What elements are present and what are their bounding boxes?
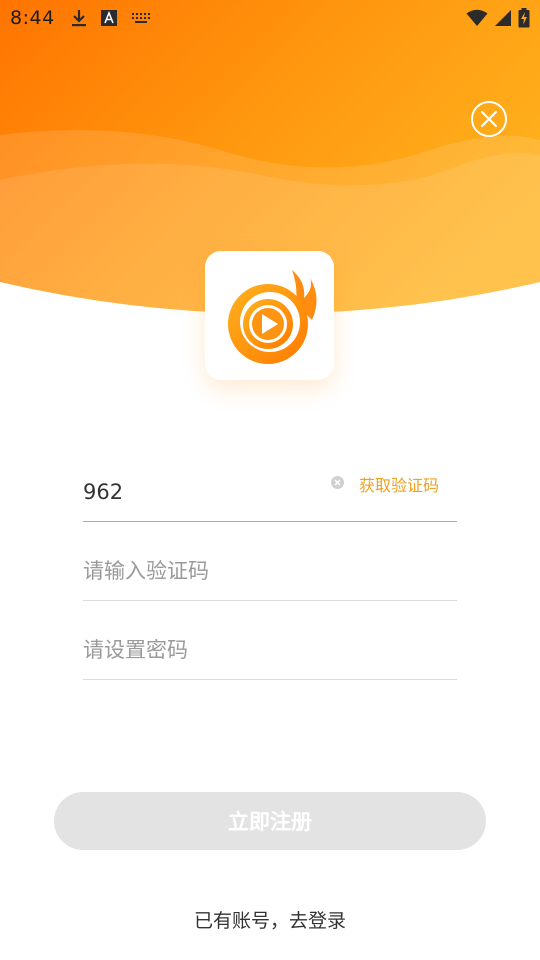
signal-icon xyxy=(495,10,511,26)
keyboard-icon xyxy=(131,13,150,23)
login-link[interactable]: 已有账号，去登录 xyxy=(0,906,540,933)
password-input[interactable] xyxy=(83,629,457,670)
download-icon xyxy=(71,10,86,27)
status-time: 8:44 xyxy=(10,7,55,29)
verification-code-input[interactable] xyxy=(83,550,457,591)
play-flame-logo-icon xyxy=(227,269,317,364)
close-circle-icon xyxy=(480,110,498,128)
battery-charging-icon xyxy=(518,8,530,28)
close-button[interactable] xyxy=(471,101,507,137)
register-screen: 8:44 962 获取验证码 请输入验证码 立即注册 已有账号，去登录 xyxy=(0,0,540,960)
register-button[interactable]: 立即注册 xyxy=(54,792,486,850)
status-system-icons xyxy=(466,8,530,28)
get-code-button[interactable]: 获取验证码 xyxy=(359,472,439,496)
status-bar: 8:44 xyxy=(0,0,540,36)
clear-icon[interactable] xyxy=(331,476,344,489)
wifi-icon xyxy=(466,9,488,26)
app-logo xyxy=(205,251,334,380)
verification-code-field xyxy=(83,541,457,601)
status-notification-icons xyxy=(71,8,151,28)
password-field xyxy=(83,620,457,680)
a-square-icon xyxy=(100,10,117,26)
clear-x-icon xyxy=(334,479,341,486)
